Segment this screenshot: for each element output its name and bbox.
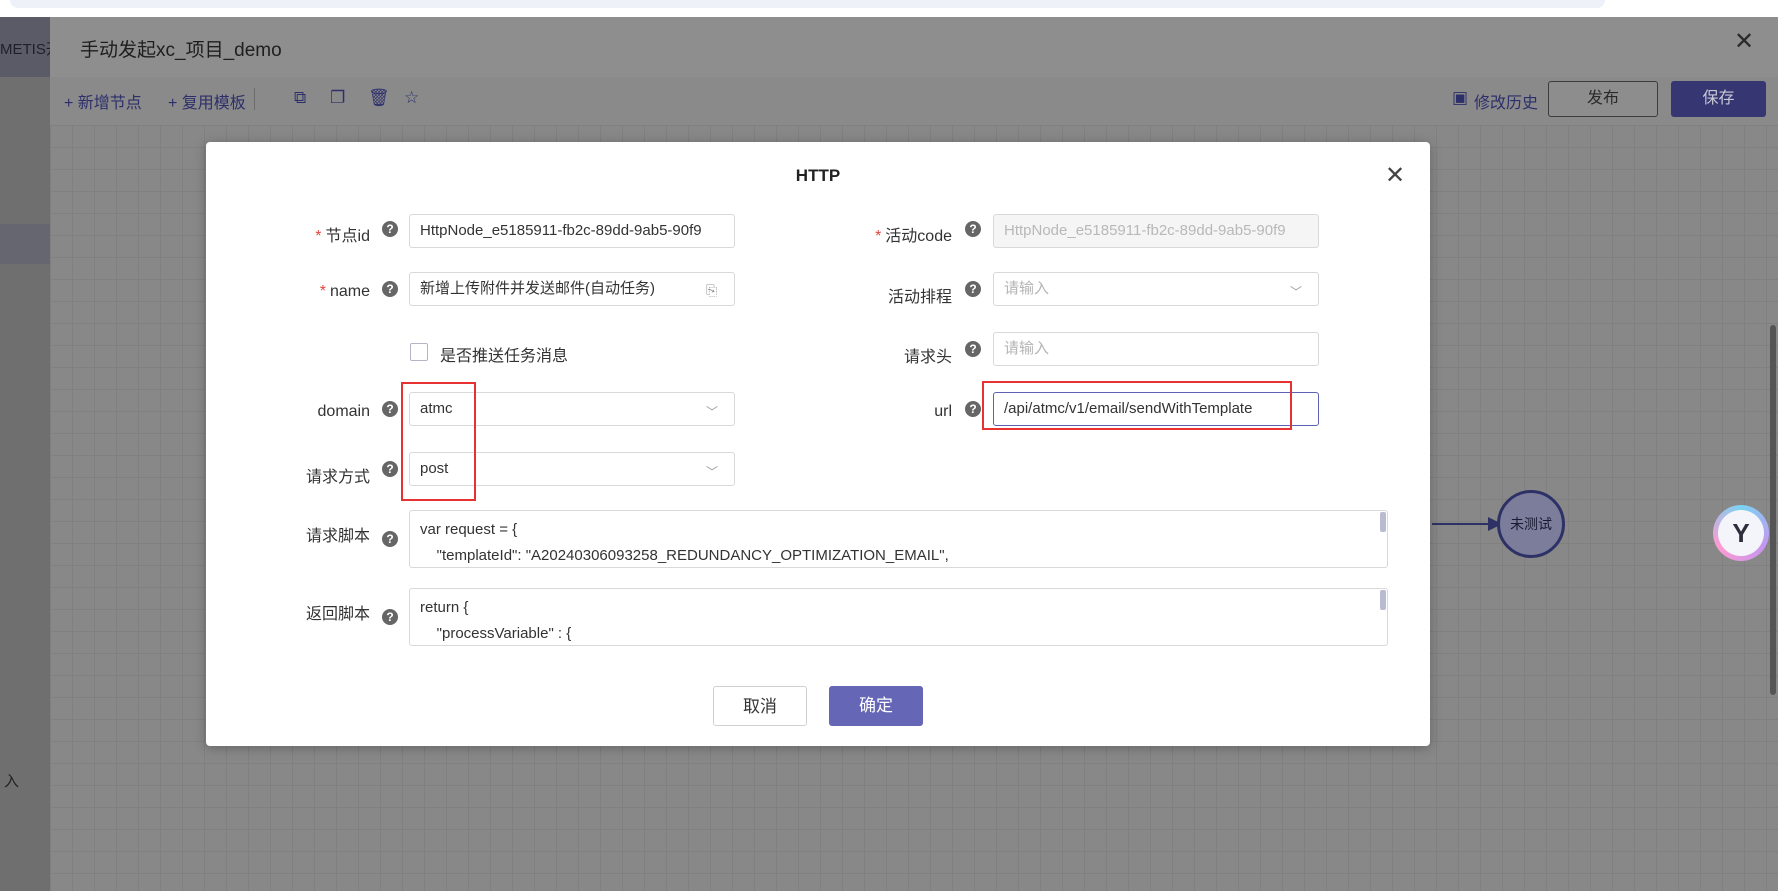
save-button[interactable]: 保存: [1671, 81, 1766, 117]
close-icon[interactable]: ✕: [1734, 30, 1754, 54]
confirm-button[interactable]: 确定: [829, 686, 923, 726]
highlight-box: [401, 382, 476, 501]
script-scrollbar[interactable]: [1380, 512, 1386, 532]
history-button[interactable]: 修改历史: [1474, 89, 1538, 113]
url-label: url: [934, 403, 952, 420]
end-node[interactable]: 未测试: [1497, 490, 1565, 558]
browser-address-bar[interactable]: [10, 0, 1605, 8]
app-title: METIS开: [0, 41, 50, 58]
help-icon[interactable]: ?: [382, 461, 398, 477]
code-line: return {: [420, 599, 469, 616]
help-icon[interactable]: ?: [382, 221, 398, 237]
cancel-button[interactable]: 取消: [713, 686, 807, 726]
sidebar-input-hint: 入: [4, 773, 20, 790]
help-icon[interactable]: ?: [965, 281, 981, 297]
code-line: "templateId": "A20240306093258_REDUNDANC…: [420, 547, 949, 564]
assistant-logo-icon[interactable]: Y: [1718, 510, 1764, 556]
node-id-label: * 节点id: [315, 228, 370, 245]
dialog-title: HTTP: [795, 166, 841, 185]
canvas-scrollbar[interactable]: [1770, 325, 1776, 695]
activity-code-label: * 活动code: [875, 228, 952, 245]
chevron-down-icon[interactable]: ﹀: [706, 463, 718, 480]
domain-label: domain: [317, 403, 370, 420]
script-scrollbar[interactable]: [1380, 590, 1386, 610]
activity-sort-select[interactable]: 请输入: [993, 272, 1319, 306]
copy-icon[interactable]: ⧉: [294, 88, 306, 108]
flow-editor-title: 手动发起xc_项目_demo: [80, 40, 282, 61]
name-input[interactable]: 新增上传附件并发送邮件(自动任务): [409, 272, 735, 306]
translate-icon[interactable]: ⎘: [706, 282, 717, 299]
return-script-editor[interactable]: return { "processVariable" : {: [409, 588, 1388, 646]
close-icon[interactable]: ✕: [1385, 164, 1405, 188]
help-icon[interactable]: ?: [382, 531, 398, 547]
push-message-label[interactable]: 是否推送任务消息: [440, 342, 568, 366]
help-icon[interactable]: ?: [382, 281, 398, 297]
flow-editor-header: [50, 17, 1778, 77]
code-line: "processVariable" : {: [420, 625, 572, 642]
request-header-input[interactable]: 请输入: [993, 332, 1319, 366]
help-icon[interactable]: ?: [965, 221, 981, 237]
publish-button[interactable]: 发布: [1548, 81, 1658, 117]
return-script-label: 返回脚本: [305, 606, 370, 623]
delete-icon[interactable]: 🗑: [368, 88, 390, 108]
chevron-down-icon[interactable]: ﹀: [706, 403, 718, 420]
help-icon[interactable]: ?: [965, 341, 981, 357]
flow-edge: [1432, 523, 1492, 525]
add-node-button[interactable]: + 新增节点: [64, 89, 142, 113]
code-line: var request = {: [420, 521, 518, 538]
node-id-input[interactable]: HttpNode_e5185911-fb2c-89dd-9ab5-90f9: [409, 214, 735, 248]
request-header-label: 请求头: [903, 349, 952, 366]
app-sidebar: [0, 17, 50, 891]
help-icon[interactable]: ?: [382, 401, 398, 417]
history-icon[interactable]: ▣: [1452, 88, 1468, 108]
help-icon[interactable]: ?: [382, 609, 398, 625]
highlight-box: [982, 381, 1292, 430]
request-script-editor[interactable]: var request = { "templateId": "A20240306…: [409, 510, 1388, 568]
activity-code-input: HttpNode_e5185911-fb2c-89dd-9ab5-90f9: [993, 214, 1319, 248]
star-icon[interactable]: ☆: [404, 88, 419, 108]
method-label: 请求方式: [305, 469, 370, 486]
request-script-label: 请求脚本: [305, 528, 370, 545]
sidebar-selected-item[interactable]: [0, 224, 50, 264]
activity-sort-label: 活动排程: [887, 289, 952, 306]
chevron-down-icon[interactable]: ﹀: [1290, 283, 1302, 300]
toolbar-divider: [254, 88, 255, 110]
push-message-checkbox[interactable]: [410, 343, 428, 361]
help-icon[interactable]: ?: [965, 401, 981, 417]
duplicate-icon[interactable]: ❐: [330, 88, 345, 108]
name-label: * name: [319, 283, 370, 300]
reuse-template-button[interactable]: + 复用模板: [168, 89, 246, 113]
